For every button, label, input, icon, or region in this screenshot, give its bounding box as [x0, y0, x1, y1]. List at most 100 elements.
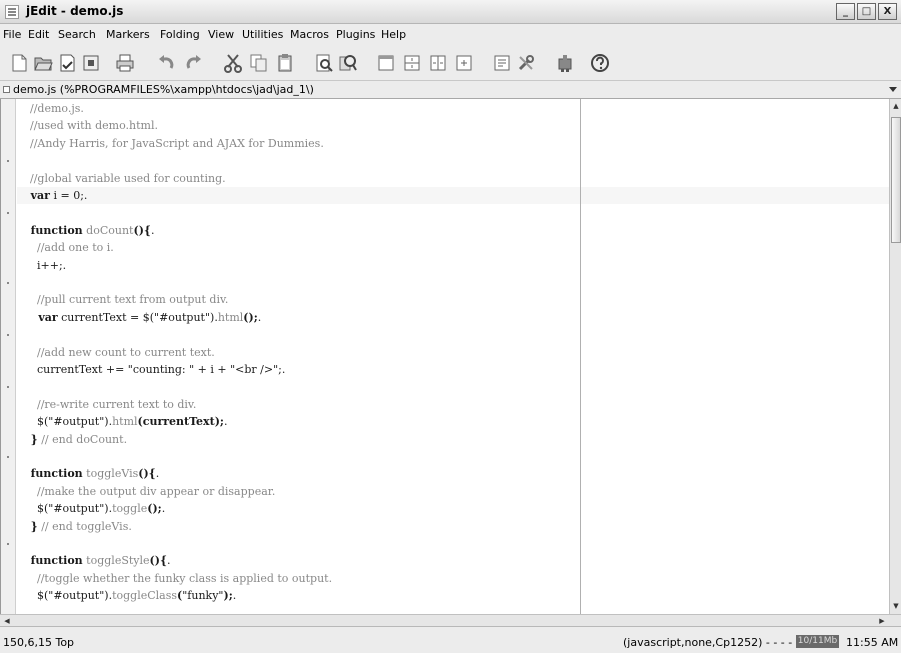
buffer-mode-info[interactable]: (javascript,none,Cp1252) - - - - WG [623, 636, 815, 649]
current-line-highlight [17, 187, 889, 204]
caret-position[interactable]: 150,6,15 Top [3, 636, 74, 649]
new-view-icon[interactable] [376, 53, 396, 73]
cut-icon[interactable] [223, 53, 243, 73]
open-file-icon[interactable] [33, 53, 53, 73]
code-token: (); [147, 502, 162, 516]
code-line: function toggleVis(){. [23, 465, 160, 482]
split-vertical-icon[interactable] [428, 53, 448, 73]
menu-macros[interactable]: Macros [290, 28, 329, 41]
menu-view[interactable]: View [208, 28, 234, 41]
code-line: //make the output div appear or disappea… [23, 483, 275, 500]
redo-icon[interactable] [184, 53, 204, 73]
code-token: . [167, 554, 171, 568]
code-token: $("#output"). [23, 502, 113, 516]
code-token: "funky" [182, 589, 224, 603]
scrollbar-thumb[interactable] [891, 117, 901, 243]
unsplit-icon[interactable] [454, 53, 474, 73]
plugin-manager-icon[interactable] [555, 53, 575, 73]
code-token: //add one to i. [23, 241, 114, 255]
memory-indicator[interactable]: 10/11Mb [796, 635, 839, 648]
print-icon[interactable] [115, 53, 135, 73]
code-token: . [223, 415, 228, 429]
code-line: //add new count to current text. [23, 344, 215, 361]
menu-file[interactable]: File [3, 28, 21, 41]
find-icon[interactable] [314, 53, 334, 73]
code-token: $("#output"). [23, 589, 113, 603]
code-token: doCount [82, 223, 134, 237]
menu-help[interactable]: Help [381, 28, 406, 41]
code-line: function doCount(){. [23, 222, 155, 239]
save-icon[interactable] [57, 53, 77, 73]
buffer-switcher[interactable]: demo.js (%PROGRAMFILES%\xampp\htdocs\jad… [0, 81, 901, 99]
code-line: $("#output").html(currentText);. [23, 413, 227, 430]
code-token: function [23, 223, 83, 237]
code-token: . [257, 310, 262, 324]
code-token: //make the output div appear or disappea… [23, 484, 276, 498]
code-token: //re-write current text to div. [23, 397, 197, 411]
buffer-options-icon[interactable] [492, 53, 512, 73]
code-token: . [161, 502, 166, 516]
menu-edit[interactable]: Edit [28, 28, 49, 41]
menu-folding[interactable]: Folding [160, 28, 200, 41]
code-line: //global variable used for counting. [23, 170, 226, 187]
code-token: //add new count to current text. [23, 345, 215, 359]
minimize-button[interactable]: _ [836, 3, 855, 20]
code-token: var [23, 310, 58, 324]
window-title: jEdit - demo.js [26, 4, 124, 18]
undo-icon[interactable] [156, 53, 176, 73]
code-token: currentText = $("#output"). [57, 310, 218, 324]
code-line: i++;. [23, 257, 66, 274]
chevron-down-icon[interactable] [889, 87, 897, 92]
new-file-icon[interactable] [9, 53, 29, 73]
fold-marker [7, 212, 9, 215]
text-area[interactable]: //demo.js. //used with demo.html. //Andy… [0, 99, 889, 614]
code-token: //global variable used for counting. [23, 171, 226, 185]
code-line: } // end toggleVis. [23, 518, 132, 535]
gutter [1, 99, 16, 614]
code-token: //demo.js. [23, 102, 84, 115]
paste-icon[interactable] [275, 53, 295, 73]
status-bar: 150,6,15 Top (javascript,none,Cp1252) - … [0, 626, 901, 653]
code-line: $("#output").toggleClass("funky");. [23, 587, 236, 604]
code-line: //toggle whether the funky class is appl… [23, 570, 332, 587]
clock: 11:55 AM [846, 636, 899, 649]
code-token: toggleClass [112, 589, 178, 603]
menu-bar: File Edit Search Markers Folding View Ut… [0, 24, 901, 44]
code-token: // end doCount. [37, 432, 128, 446]
code-token: } [23, 519, 38, 533]
menu-plugins[interactable]: Plugins [336, 28, 375, 41]
code-token: toggleVis [82, 467, 139, 481]
code-line: currentText += "counting: " + i + "<br /… [23, 361, 285, 378]
code-token: . [150, 223, 155, 237]
menu-utilities[interactable]: Utilities [242, 28, 283, 41]
close-icon[interactable] [81, 53, 101, 73]
vertical-scrollbar[interactable]: ▲ ▼ [889, 99, 901, 614]
horizontal-scrollbar[interactable]: ◀ ▶ [0, 614, 901, 626]
code-line: } // end doCount. [23, 431, 127, 448]
code-token: (){ [149, 554, 168, 568]
code-token: function [23, 467, 83, 481]
code-token: . [155, 467, 160, 481]
menu-markers[interactable]: Markers [106, 28, 150, 41]
fold-marker [7, 160, 9, 163]
code-line: var i = 0;. [23, 187, 88, 204]
menu-search[interactable]: Search [58, 28, 96, 41]
code-token: ); [223, 589, 233, 603]
scroll-up-arrow-icon[interactable]: ▲ [891, 100, 901, 112]
split-horizontal-icon[interactable] [402, 53, 422, 73]
global-options-icon[interactable] [516, 53, 536, 73]
code-token: //toggle whether the funky class is appl… [23, 571, 333, 585]
close-window-button[interactable]: X [878, 3, 897, 20]
code-token: // end toggleVis. [37, 519, 132, 533]
code-line: $("#output").toggle();. [23, 500, 165, 517]
help-icon[interactable] [590, 53, 610, 73]
find-in-files-icon[interactable] [338, 53, 358, 73]
code-token: //pull current text from output div. [23, 293, 229, 307]
code-token: toggleStyle [82, 554, 150, 568]
code-line: //re-write current text to div. [23, 396, 196, 413]
code-line: function toggleStyle(){. [23, 552, 171, 569]
maximize-button[interactable]: □ [857, 3, 876, 20]
code-line: //Andy Harris, for JavaScript and AJAX f… [23, 135, 324, 152]
scroll-down-arrow-icon[interactable]: ▼ [891, 600, 901, 612]
copy-icon[interactable] [249, 53, 269, 73]
